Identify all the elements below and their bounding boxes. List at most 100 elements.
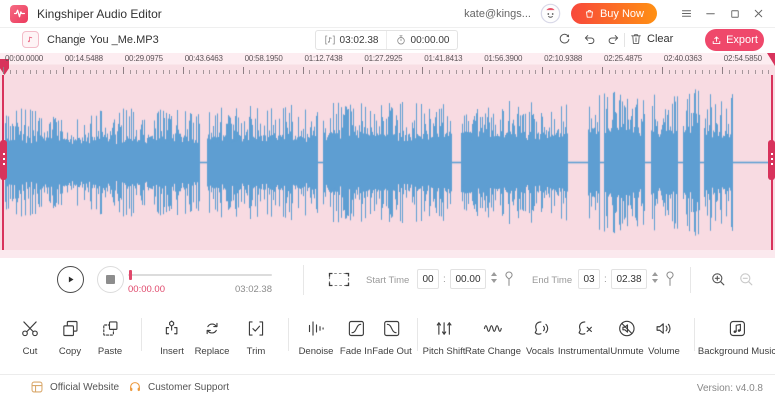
zoom-out-icon[interactable]: [738, 271, 755, 288]
export-button[interactable]: Export: [705, 29, 764, 51]
account-email[interactable]: kate@kings...: [464, 8, 531, 20]
ruler-tick-minor: [695, 70, 696, 74]
divider: [288, 318, 289, 351]
start-minutes-input[interactable]: 00: [417, 269, 439, 289]
tool-unmute[interactable]: Unmute: [610, 317, 643, 357]
zoom-in-icon[interactable]: [710, 271, 727, 288]
user-avatar[interactable]: [540, 3, 561, 24]
ruler-tick-minor: [516, 70, 517, 74]
ruler-tick-minor: [449, 70, 450, 74]
tool-denoise[interactable]: Denoise: [299, 317, 334, 357]
tool-paste[interactable]: Paste: [98, 317, 122, 357]
start-time-stepper[interactable]: [491, 272, 497, 283]
minimize-icon[interactable]: [704, 7, 717, 20]
ruler-tick-minor: [263, 70, 264, 74]
end-seconds-input[interactable]: 02.38: [611, 269, 647, 289]
ruler-label: 00:00.0000: [5, 54, 43, 63]
timeline-ruler[interactable]: 00:00.000000:14.548800:29.097500:43.6463…: [0, 53, 775, 75]
copy-icon: [60, 317, 81, 340]
ruler-tick-minor: [436, 70, 437, 74]
buy-now-button[interactable]: Buy Now: [571, 3, 657, 24]
instrumental-icon: [574, 317, 595, 340]
change-file[interactable]: Change: [22, 31, 97, 48]
tool-cut[interactable]: Cut: [20, 317, 41, 357]
ruler-tick-minor: [149, 70, 150, 74]
ruler-tick-minor: [655, 70, 656, 74]
play-button[interactable]: [57, 266, 84, 293]
ruler-tick-minor: [16, 70, 17, 74]
buy-now-label: Buy Now: [600, 8, 644, 20]
ruler-tick-minor: [336, 70, 337, 74]
stop-button[interactable]: [97, 266, 124, 293]
paste-icon: [99, 317, 120, 340]
tool-vocals[interactable]: Vocals: [526, 317, 554, 357]
export-icon: [711, 35, 722, 46]
elapsed-time: 00:00.00: [128, 284, 165, 295]
tool-label: Replace: [195, 346, 230, 357]
end-minutes-input[interactable]: 03: [578, 269, 600, 289]
divider: [417, 318, 418, 351]
tool-volume[interactable]: Volume: [648, 317, 680, 357]
waveform-canvas[interactable]: [0, 75, 775, 250]
undo-icon[interactable]: [582, 32, 598, 48]
ruler-tick-minor: [110, 70, 111, 74]
progress-knob[interactable]: [129, 270, 132, 280]
ruler-tick-minor: [609, 70, 610, 74]
tool-label: Vocals: [526, 346, 554, 357]
customer-support-link[interactable]: Customer Support: [128, 380, 229, 394]
selection-tool-icon[interactable]: [328, 272, 350, 287]
start-pin-icon[interactable]: [502, 269, 516, 289]
titlebar: Kingshiper Audio Editor kate@kings... Bu…: [0, 0, 775, 28]
ruler-tick-minor: [189, 70, 190, 74]
trash-icon: [629, 32, 643, 46]
total-time: 03:02.38: [235, 284, 272, 295]
tool-pitch-shift[interactable]: Pitch Shift: [423, 317, 466, 357]
progress-bar[interactable]: 00:00.00 03:02.38: [128, 270, 272, 294]
maximize-icon[interactable]: [728, 7, 741, 20]
ruler-tick-minor: [389, 70, 390, 74]
ruler-tick-major: [362, 67, 363, 74]
selection-end-marker[interactable]: [767, 53, 775, 66]
ruler-tick-minor: [629, 70, 630, 74]
ruler-tick-minor: [649, 70, 650, 74]
volume-icon: [654, 317, 675, 340]
ruler-tick-minor: [30, 70, 31, 74]
end-pin-icon[interactable]: [663, 269, 677, 289]
official-website-link[interactable]: Official Website: [30, 380, 119, 394]
replace-icon: [201, 317, 222, 340]
tool-label: Volume: [648, 346, 680, 357]
close-icon[interactable]: [752, 7, 765, 20]
app-window: Kingshiper Audio Editor kate@kings... Bu…: [0, 0, 775, 400]
tool-fade-out[interactable]: Fade Out: [372, 317, 412, 357]
redo-icon[interactable]: [606, 32, 622, 48]
menu-icon[interactable]: [680, 7, 693, 20]
selection-end-handle[interactable]: [768, 140, 775, 180]
tool-trim[interactable]: Trim: [246, 317, 267, 357]
refresh-icon[interactable]: [557, 32, 573, 48]
ruler-tick-minor: [90, 70, 91, 74]
tool-copy[interactable]: Copy: [59, 317, 81, 357]
selection-start-handle[interactable]: [0, 140, 7, 180]
tool-fade-in[interactable]: Fade In: [340, 317, 372, 357]
ruler-tick-minor: [169, 70, 170, 74]
current-time-cell: 00:00.00: [386, 31, 457, 49]
tool-insert[interactable]: Insert: [160, 317, 184, 357]
vocals-icon: [530, 317, 551, 340]
start-time-label: Start Time: [366, 275, 409, 286]
ruler-label: 01:12.7438: [305, 54, 343, 63]
clear-button[interactable]: Clear: [629, 32, 673, 46]
end-time-stepper[interactable]: [652, 272, 658, 283]
ruler-tick-minor: [356, 70, 357, 74]
tool-background-music[interactable]: Background Music: [698, 317, 775, 357]
ruler-tick-minor: [502, 70, 503, 74]
start-seconds-input[interactable]: 00.00: [450, 269, 486, 289]
tool-rate-change[interactable]: Rate Change: [465, 317, 521, 357]
trim-icon: [246, 317, 267, 340]
rate-change-icon: [482, 317, 503, 340]
divider: [624, 33, 625, 47]
tool-instrumental[interactable]: Instrumental: [558, 317, 610, 357]
tool-replace[interactable]: Replace: [195, 317, 230, 357]
ruler-tick-major: [602, 67, 603, 74]
time-separator: :: [604, 274, 607, 285]
tool-label: Fade In: [340, 346, 372, 357]
